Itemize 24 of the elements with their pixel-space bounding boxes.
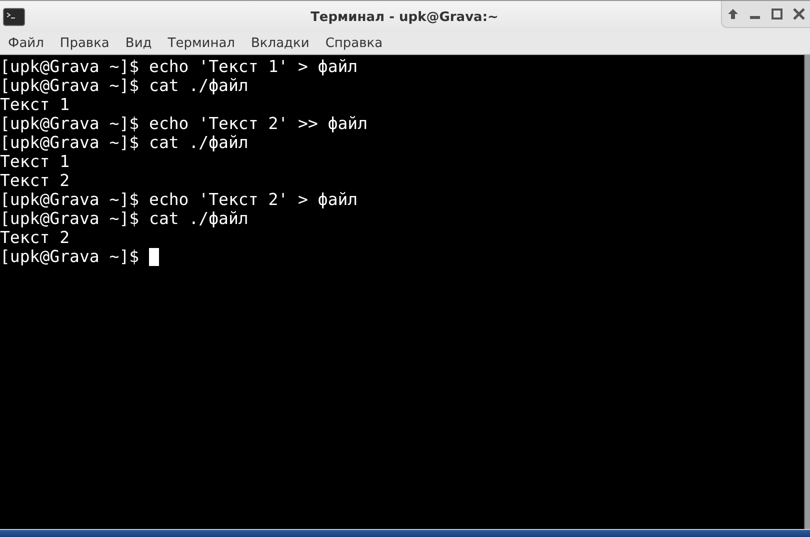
output-line: Текст 1	[0, 95, 71, 114]
menu-item[interactable]: Вид	[122, 36, 159, 51]
output-line: Текст 2	[0, 171, 71, 190]
menu-item[interactable]: Вкладки	[248, 36, 316, 51]
menu-item[interactable]: Правка	[56, 36, 116, 51]
command-line: [upk@Grava ~]$ echo 'Текст 2' >> файл	[0, 114, 369, 133]
menu-item[interactable]: Файл	[5, 36, 51, 51]
arrow-up-icon[interactable]	[727, 8, 739, 20]
scrollbar[interactable]	[804, 55, 810, 529]
window-title: Терминал - upk@Grava:~	[310, 10, 500, 24]
command-line: [upk@Grava ~]$ echo 'Текст 2' > файл	[0, 190, 359, 209]
command-line: [upk@Grava ~]$ cat ./файл	[0, 209, 250, 228]
cursor	[149, 248, 160, 266]
maximize-icon[interactable]	[771, 8, 783, 20]
menu-item[interactable]: Справка	[322, 36, 390, 51]
output-line: Текст 2	[0, 228, 71, 247]
command-line: [upk@Grava ~]$ cat ./файл	[0, 76, 250, 95]
command-line: [upk@Grava ~]$ echo 'Текст 1' > файл	[0, 57, 359, 76]
menu-item[interactable]: Терминал	[164, 36, 242, 51]
prompt: [upk@Grava ~]$	[0, 247, 140, 266]
close-icon[interactable]	[793, 8, 805, 20]
command-line: [upk@Grava ~]$ cat ./файл	[0, 133, 250, 152]
output-line: Текст 1	[0, 152, 71, 171]
terminal-icon	[3, 8, 25, 26]
